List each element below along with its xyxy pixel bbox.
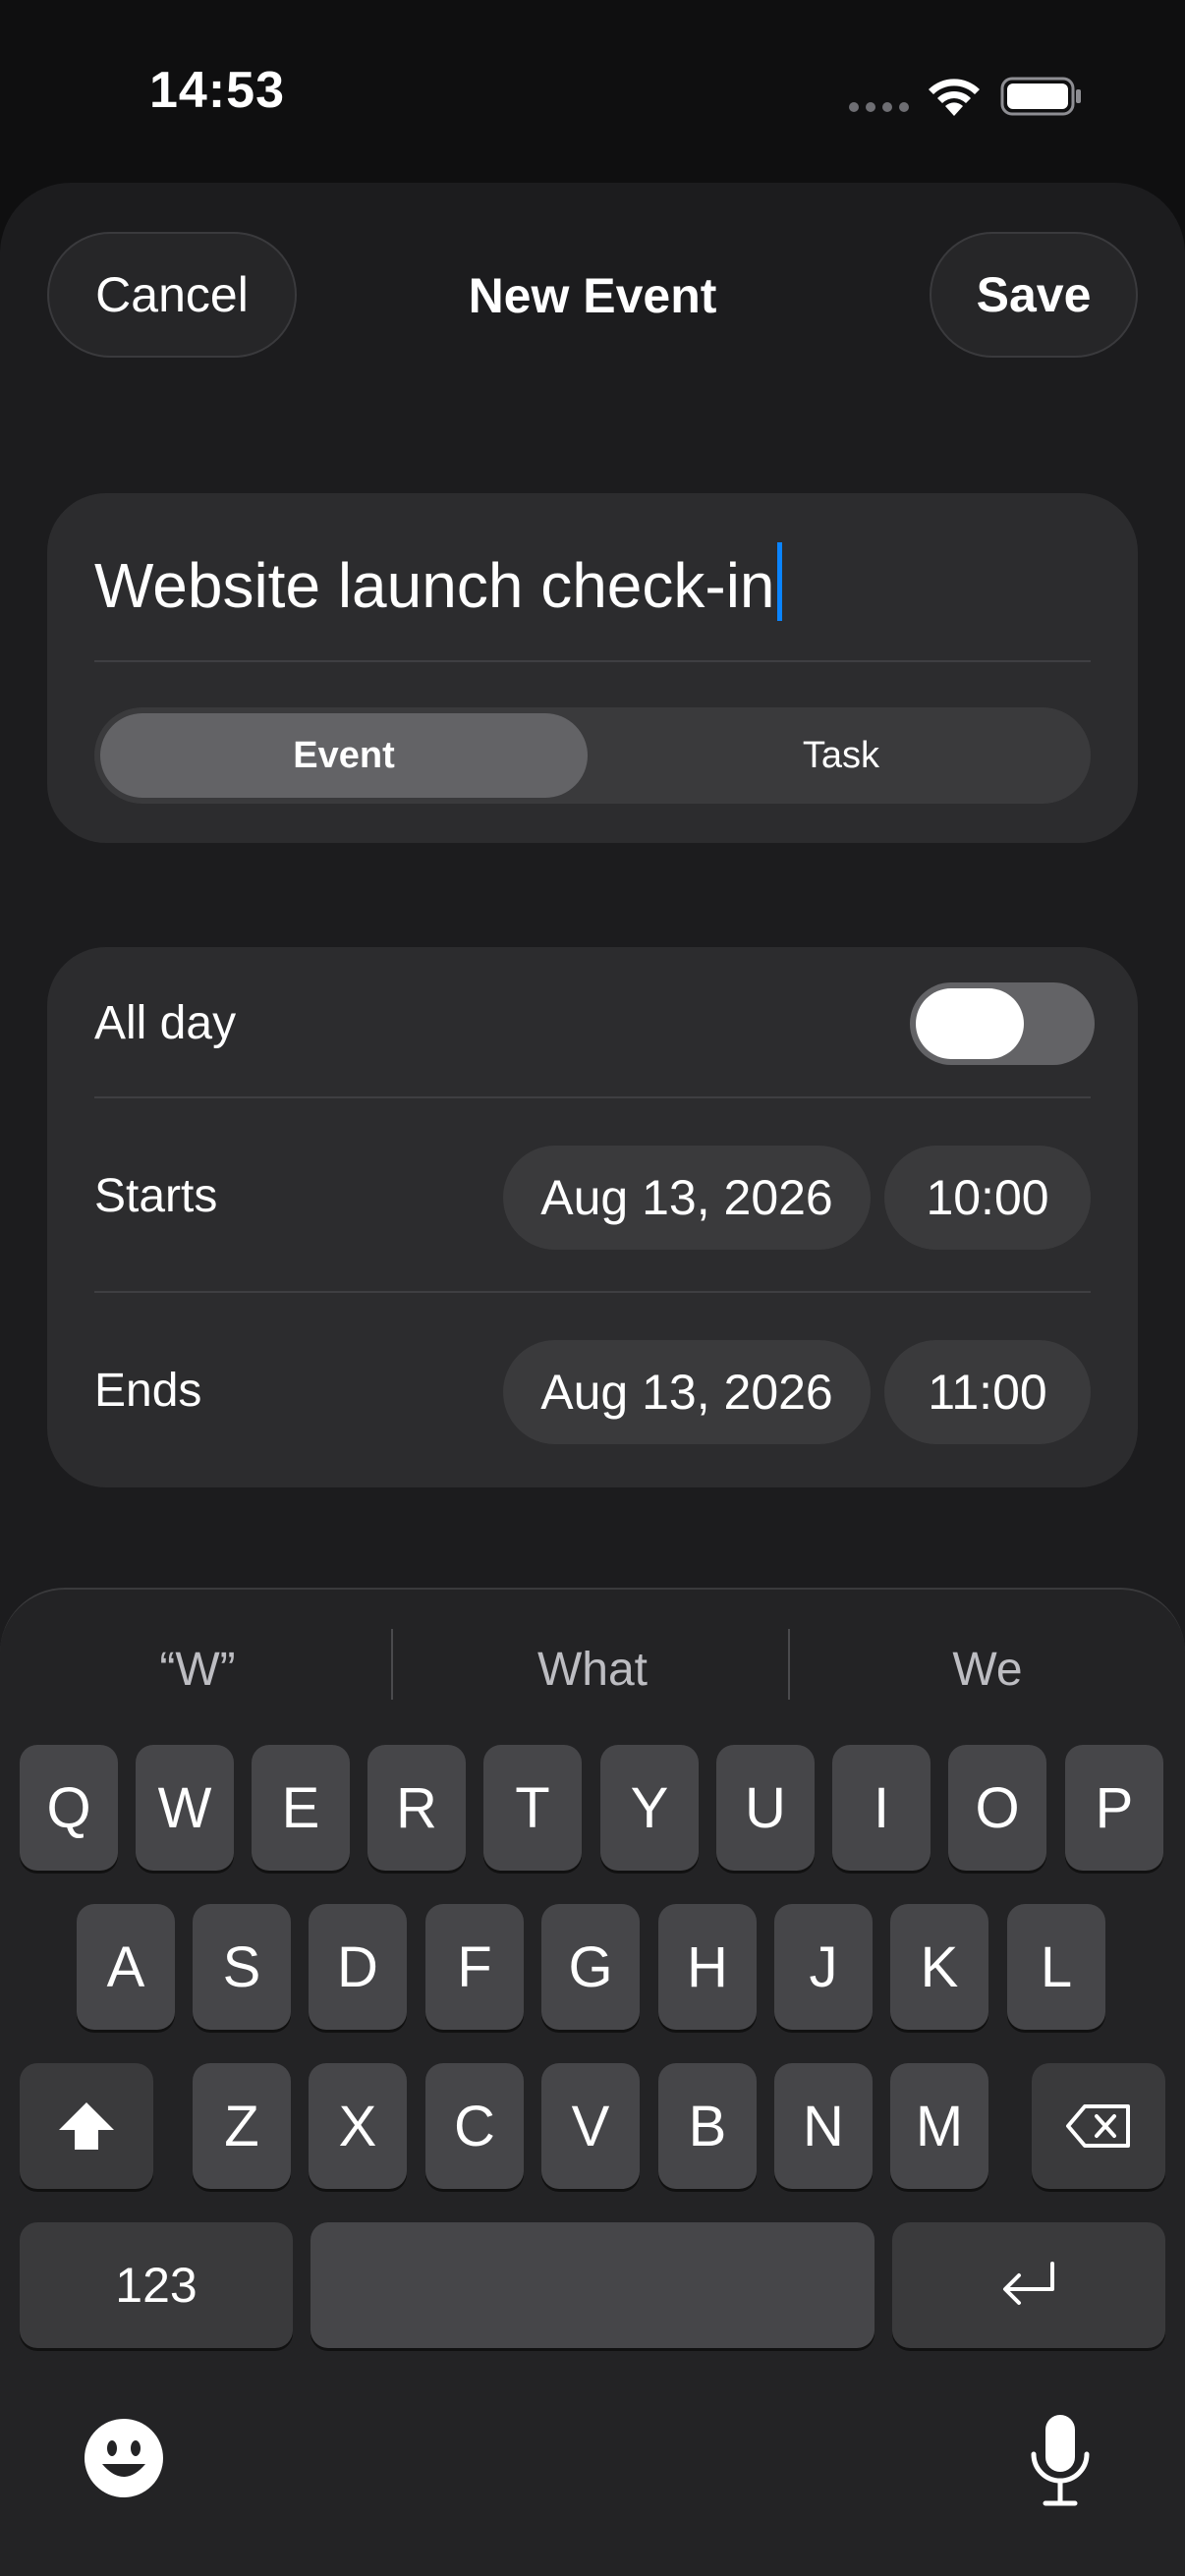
key-j[interactable]: J [774,1904,873,2030]
status-time: 14:53 [149,62,285,119]
key-v[interactable]: V [541,2063,640,2189]
key-l[interactable]: L [1007,1904,1105,2030]
emoji-button[interactable] [83,2417,165,2499]
shift-icon [59,2102,114,2150]
ends-label: Ends [94,1365,202,1417]
key-y[interactable]: Y [600,1745,699,1871]
dictation-button[interactable] [1026,2411,1095,2509]
key-f[interactable]: F [425,1904,524,2030]
wifi-icon [929,79,980,116]
key-i[interactable]: I [832,1745,931,1871]
key-u[interactable]: U [716,1745,815,1871]
status-bar: 14:53 [0,0,1185,187]
key-k[interactable]: K [890,1904,988,2030]
key-b[interactable]: B [658,2063,757,2189]
key-z[interactable]: Z [193,2063,291,2189]
emoji-icon [85,2419,163,2497]
key-a[interactable]: A [77,1904,175,2030]
type-segmented-control: Event Task [94,707,1091,804]
starts-label: Starts [94,1170,218,1222]
starts-date-button[interactable]: Aug 13, 2026 [503,1146,871,1250]
return-icon [1003,2262,1054,2305]
key-d[interactable]: D [309,1904,407,2030]
key-s[interactable]: S [193,1904,291,2030]
event-title-value: Website launch check-in [94,550,775,621]
ends-date-button[interactable]: Aug 13, 2026 [503,1340,871,1444]
key-c[interactable]: C [425,2063,524,2189]
key-r[interactable]: R [367,1745,466,1871]
event-title-input[interactable]: Website launch check-in [94,542,782,622]
key-x[interactable]: X [309,2063,407,2189]
suggestion-divider [391,1629,393,1700]
battery-icon [1000,77,1081,116]
save-button[interactable]: Save [930,232,1138,358]
suggestion-2[interactable]: What [395,1643,790,1697]
backspace-icon [1066,2104,1130,2148]
suggestion-1[interactable]: “W” [0,1643,395,1697]
row-divider [94,1096,1091,1098]
starts-time-button[interactable]: 10:00 [884,1146,1091,1250]
suggestion-3[interactable]: We [790,1643,1185,1697]
all-day-label: All day [94,997,237,1049]
key-t[interactable]: T [483,1745,582,1871]
key-n[interactable]: N [774,2063,873,2189]
key-w[interactable]: W [136,1745,234,1871]
key-h[interactable]: H [658,1904,757,2030]
backspace-key[interactable] [1032,2063,1165,2189]
space-key[interactable] [310,2222,875,2348]
key-g[interactable]: G [541,1904,640,2030]
all-day-toggle[interactable] [910,982,1095,1065]
text-caret [776,542,782,621]
segment-event[interactable]: Event [100,713,588,798]
keyboard: “W” What We Q W E R T Y U I O P A S D F … [0,1588,1185,2576]
key-e[interactable]: E [252,1745,350,1871]
schedule-card: All day Starts Aug 13, 2026 10:00 Ends A… [47,947,1138,1487]
shift-key[interactable] [20,2063,153,2189]
key-m[interactable]: M [890,2063,988,2189]
key-p[interactable]: P [1065,1745,1163,1871]
title-divider [94,660,1091,662]
numbers-key[interactable]: 123 [20,2222,293,2348]
toggle-knob [916,988,1024,1059]
title-card: Website launch check-in Event Task [47,493,1138,843]
microphone-icon [1031,2415,1090,2506]
return-key[interactable] [892,2222,1165,2348]
ends-time-button[interactable]: 11:00 [884,1340,1091,1444]
signal-dots-icon [849,102,909,112]
key-o[interactable]: O [948,1745,1046,1871]
segment-task[interactable]: Task [597,713,1085,798]
row-divider [94,1291,1091,1293]
key-q[interactable]: Q [20,1745,118,1871]
